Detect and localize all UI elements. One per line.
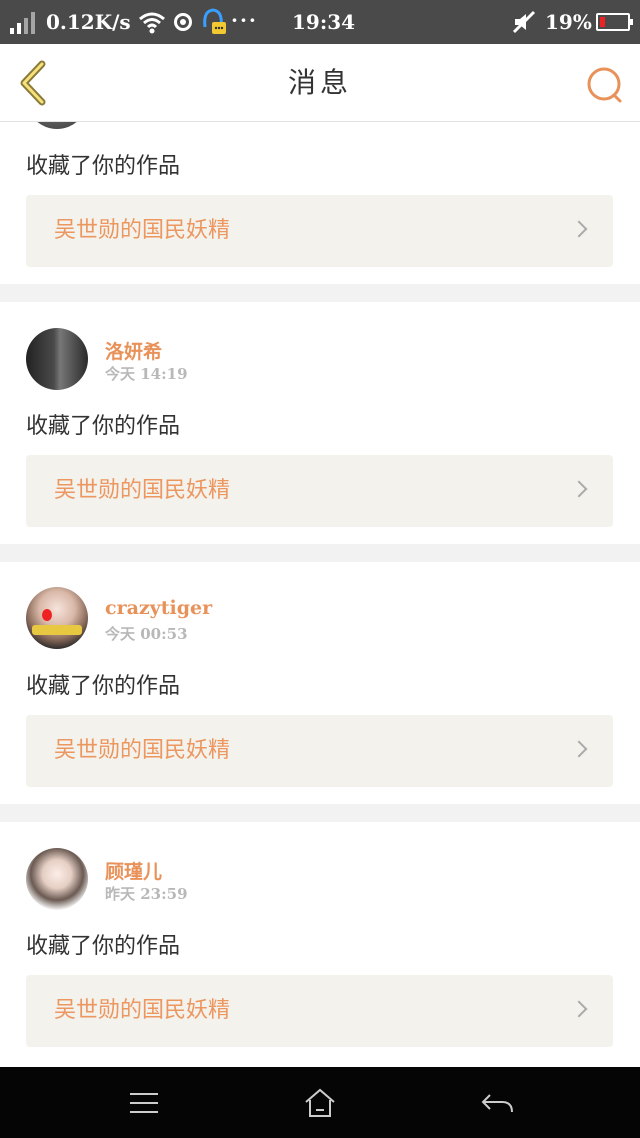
avatar[interactable] bbox=[26, 848, 88, 910]
qq-notification-icon bbox=[203, 8, 226, 34]
chevron-right-icon bbox=[570, 740, 588, 758]
work-title: 吴世勋的国民妖精 bbox=[54, 998, 231, 1023]
notification-action: 收藏了你的作品 bbox=[26, 934, 181, 959]
wifi-icon bbox=[139, 12, 165, 34]
clock: 19:34 bbox=[292, 10, 356, 34]
notification-action: 收藏了你的作品 bbox=[26, 414, 181, 439]
work-title: 吴世勋的国民妖精 bbox=[54, 478, 231, 503]
home-icon[interactable] bbox=[300, 1085, 340, 1121]
timestamp: 今天 00:53 bbox=[105, 625, 188, 643]
top-nav-bar: 消息 bbox=[0, 44, 640, 122]
notification-card: 收藏了你的作品 吴世勋的国民妖精 bbox=[0, 122, 640, 284]
chevron-right-icon bbox=[570, 220, 588, 238]
net-speed: 0.12K/s bbox=[46, 10, 131, 34]
timestamp: 昨天 23:59 bbox=[105, 885, 188, 903]
mute-icon bbox=[512, 10, 536, 34]
notification-action: 收藏了你的作品 bbox=[26, 674, 181, 699]
search-icon[interactable] bbox=[584, 64, 626, 106]
work-link[interactable]: 吴世勋的国民妖精 bbox=[26, 975, 613, 1047]
avatar[interactable] bbox=[26, 328, 88, 390]
back-icon[interactable] bbox=[478, 1085, 518, 1121]
notification-card: crazytiger 今天 00:53 收藏了你的作品 吴世勋的国民妖精 bbox=[0, 562, 640, 804]
work-link[interactable]: 吴世勋的国民妖精 bbox=[26, 715, 613, 787]
avatar[interactable] bbox=[26, 122, 88, 129]
page-title: 消息 bbox=[287, 66, 352, 99]
signal-icon bbox=[10, 12, 38, 34]
chevron-right-icon bbox=[570, 480, 588, 498]
work-title: 吴世勋的国民妖精 bbox=[54, 218, 231, 243]
username[interactable]: 洛妍希 bbox=[105, 337, 162, 364]
notification-card: 顾瑾儿 昨天 23:59 收藏了你的作品 吴世勋的国民妖精 bbox=[0, 822, 640, 1067]
work-link[interactable]: 吴世勋的国民妖精 bbox=[26, 195, 613, 267]
work-link[interactable]: 吴世勋的国民妖精 bbox=[26, 455, 613, 527]
status-bar: 0.12K/s ··· 19:34 19% bbox=[0, 0, 640, 44]
battery-icon bbox=[596, 13, 633, 31]
timestamp: 今天 14:19 bbox=[105, 365, 188, 383]
notification-action: 收藏了你的作品 bbox=[26, 154, 181, 179]
username[interactable]: crazytiger bbox=[105, 597, 212, 619]
chevron-right-icon bbox=[570, 1000, 588, 1018]
more-indicator: ··· bbox=[231, 8, 258, 32]
avatar[interactable] bbox=[26, 587, 88, 649]
menu-icon[interactable] bbox=[124, 1085, 164, 1121]
system-nav-bar bbox=[0, 1067, 640, 1138]
notification-card: 洛妍希 今天 14:19 收藏了你的作品 吴世勋的国民妖精 bbox=[0, 302, 640, 544]
work-title: 吴世勋的国民妖精 bbox=[54, 738, 231, 763]
username[interactable]: 顾瑾儿 bbox=[105, 857, 162, 884]
message-list: 收藏了你的作品 吴世勋的国民妖精 洛妍希 今天 14:19 收藏了你的作品 吴世… bbox=[0, 122, 640, 1067]
location-icon bbox=[174, 13, 192, 31]
battery-percent: 19% bbox=[545, 10, 592, 34]
